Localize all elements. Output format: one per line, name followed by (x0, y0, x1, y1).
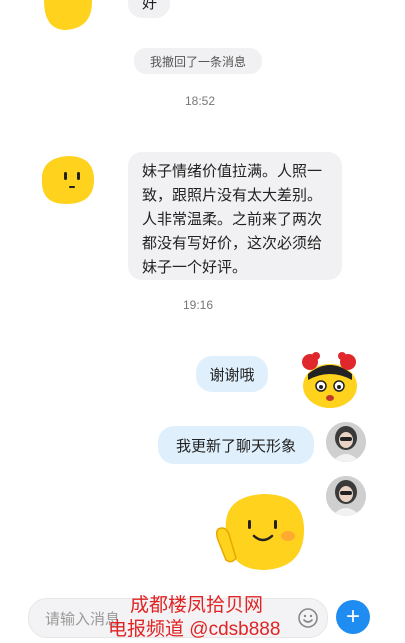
plus-icon: + (345, 603, 360, 630)
message-bubble-thanks[interactable]: 谢谢哦 (196, 356, 268, 392)
my-avatar-photo[interactable] (326, 476, 366, 516)
message-text: 谢谢哦 (209, 366, 255, 384)
message-bubble-avatar-update[interactable]: 我更新了聊天形象 (158, 426, 314, 464)
recall-notice-text: 我撤回了一条消息 (149, 54, 246, 69)
message-text: 我更新了聊天形象 (175, 437, 296, 455)
contact-avatar[interactable] (38, 154, 96, 206)
watermark-line-1: 成都楼凤拾贝网 (130, 595, 264, 616)
smile-sticker[interactable] (212, 492, 308, 572)
plus-button[interactable]: + (336, 600, 370, 634)
contact-avatar-top[interactable] (38, 0, 96, 32)
emoji-icon[interactable] (297, 607, 319, 629)
my-avatar-emoji-bows[interactable] (296, 348, 362, 410)
timestamp: 19:16 (182, 298, 214, 312)
my-avatar-photo[interactable] (326, 422, 366, 462)
timestamp: 18:52 (184, 94, 216, 108)
message-text: 妹子情绪价值拉满。人照一致，跟照片没有太大差别。人非常温柔。之前来了两次都没有写… (142, 163, 323, 276)
message-text: 好 (142, 0, 158, 12)
recall-notice: 我撤回了一条消息 (134, 48, 262, 74)
watermark-line-2: 电报频道 @cdsb888 (108, 619, 281, 640)
message-bubble-review[interactable]: 妹子情绪价值拉满。人照一致，跟照片没有太大差别。人非常温柔。之前来了两次都没有写… (128, 152, 342, 280)
message-bubble-top[interactable]: 好 (128, 0, 170, 18)
